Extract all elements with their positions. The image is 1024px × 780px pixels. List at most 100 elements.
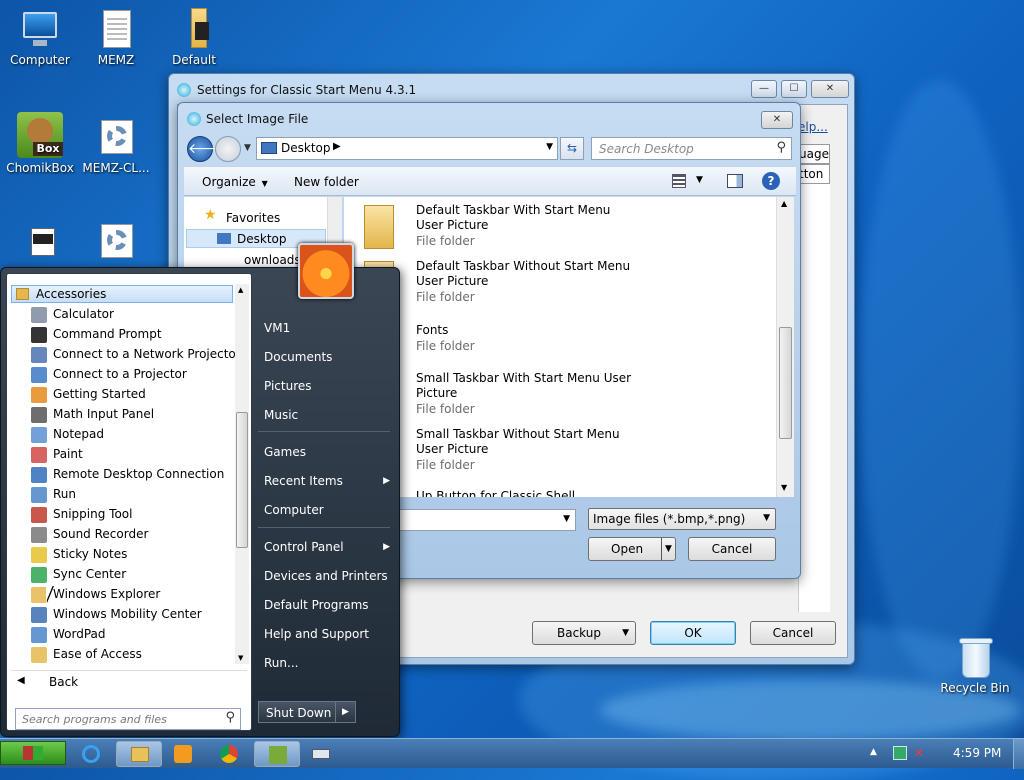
start-right-item[interactable]: Pictures bbox=[264, 379, 390, 393]
address-bar[interactable]: Desktop ▶ ▼ bbox=[256, 137, 558, 160]
scroll-thumb[interactable] bbox=[236, 412, 248, 548]
view-options-icon[interactable] bbox=[672, 174, 686, 188]
refresh-button[interactable]: ⇆ bbox=[560, 137, 584, 160]
nav-scrollbar[interactable] bbox=[327, 197, 342, 247]
scroll-down-icon[interactable]: ▼ bbox=[781, 483, 787, 492]
taskbar-media-player-icon[interactable] bbox=[162, 741, 204, 767]
start-search-box[interactable]: Search programs and files ⚲ bbox=[15, 708, 241, 730]
recent-pages-chevron-icon[interactable]: ▼ bbox=[244, 143, 251, 153]
accessories-header[interactable]: Accessories bbox=[11, 285, 233, 303]
dialog-cancel-button[interactable]: Cancel bbox=[688, 537, 776, 561]
desktop-icon-memz[interactable]: MEMZ bbox=[78, 8, 154, 67]
file-row[interactable]: Fonts File folder bbox=[344, 323, 774, 363]
program-item[interactable]: Sound Recorder bbox=[31, 524, 148, 544]
settings-tab-partial[interactable]: uage bbox=[798, 144, 830, 164]
program-item[interactable]: Run bbox=[31, 484, 76, 504]
back-button-row[interactable]: ◀ Back bbox=[11, 670, 247, 692]
start-right-item[interactable]: Devices and Printers bbox=[264, 569, 390, 583]
settings-tab-partial[interactable]: tton bbox=[798, 164, 830, 184]
start-right-item[interactable]: Music bbox=[264, 408, 390, 422]
new-folder-button[interactable]: New folder bbox=[294, 175, 359, 189]
start-right-item[interactable]: Run... bbox=[264, 656, 390, 670]
open-split-chevron-icon[interactable]: ▼ bbox=[661, 538, 675, 560]
desktop-icon-recycle-bin[interactable]: Recycle Bin bbox=[937, 636, 1013, 695]
search-box[interactable]: Search Desktop ⚲ bbox=[591, 137, 792, 160]
help-link[interactable]: elp... bbox=[798, 120, 828, 134]
program-item[interactable]: Getting Started bbox=[31, 384, 146, 404]
taskbar-explorer-icon[interactable] bbox=[116, 741, 162, 767]
desktop-icon-gear2[interactable] bbox=[78, 222, 154, 267]
start-right-item[interactable]: Games bbox=[264, 445, 390, 459]
start-right-item[interactable]: Computer bbox=[264, 503, 390, 517]
file-row[interactable]: Default Taskbar With Start Menu User Pic… bbox=[344, 203, 774, 253]
scroll-down-icon[interactable]: ▼ bbox=[238, 654, 243, 662]
help-icon[interactable]: ? bbox=[762, 172, 780, 190]
dialog-close-button[interactable]: ✕ bbox=[761, 111, 793, 129]
minimize-button[interactable]: — bbox=[751, 80, 777, 98]
desktop-icon-shortcut[interactable] bbox=[2, 222, 78, 267]
program-item[interactable]: Remote Desktop Connection bbox=[31, 464, 224, 484]
program-item[interactable]: Snipping Tool bbox=[31, 504, 132, 524]
back-button[interactable]: 🡐 bbox=[187, 136, 226, 162]
start-right-item[interactable]: Documents bbox=[264, 350, 390, 364]
chevron-down-icon[interactable]: ▼ bbox=[563, 514, 570, 524]
file-row[interactable]: Default Taskbar Without Start Menu User … bbox=[344, 259, 774, 309]
forward-button[interactable] bbox=[215, 136, 241, 162]
start-right-item[interactable]: Default Programs bbox=[264, 598, 390, 612]
shutdown-button[interactable]: Shut Down ▶ bbox=[258, 701, 356, 723]
program-item[interactable]: Sync Center bbox=[31, 564, 126, 584]
scroll-up-icon[interactable]: ▲ bbox=[238, 286, 243, 294]
settings-cancel-button[interactable]: Cancel bbox=[750, 621, 836, 645]
file-row[interactable]: Small Taskbar With Start Menu User Pictu… bbox=[344, 371, 774, 421]
show-hidden-icons-icon[interactable]: ▲ bbox=[870, 747, 877, 757]
desktop-icon-computer[interactable]: Computer bbox=[2, 8, 78, 67]
clock[interactable]: 4:59 PM bbox=[953, 746, 1001, 760]
scroll-thumb[interactable] bbox=[779, 327, 792, 439]
taskbar-chomikbox-icon[interactable] bbox=[254, 741, 300, 767]
file-list-scrollbar[interactable]: ▲ ▼ bbox=[776, 197, 794, 497]
address-dropdown-icon[interactable]: ▼ bbox=[546, 142, 553, 152]
program-item[interactable]: Math Input Panel bbox=[31, 404, 154, 424]
show-desktop-button[interactable] bbox=[1013, 739, 1024, 769]
program-item[interactable]: Connect to a Network Projector bbox=[31, 344, 241, 364]
start-right-item[interactable]: Help and Support bbox=[264, 627, 390, 641]
desktop-icon-memz-cl[interactable]: MEMZ-CL... bbox=[78, 116, 154, 175]
file-row[interactable]: Small Taskbar Without Start Menu User Pi… bbox=[344, 427, 774, 477]
organize-menu[interactable]: Organize ▼ bbox=[202, 175, 268, 189]
program-item[interactable]: Calculator bbox=[31, 304, 114, 324]
desktop-icon-default[interactable]: Default bbox=[156, 8, 232, 67]
taskbar-ie-icon[interactable] bbox=[70, 741, 112, 767]
program-item[interactable]: Ease of Access bbox=[31, 644, 142, 664]
program-item[interactable]: Sticky Notes bbox=[31, 544, 127, 564]
close-button[interactable]: ✕ bbox=[811, 80, 849, 98]
program-item[interactable]: Notepad bbox=[31, 424, 104, 444]
nav-favorites[interactable]: Favorites bbox=[226, 211, 280, 225]
scroll-up-icon[interactable]: ▲ bbox=[781, 199, 787, 208]
program-item[interactable]: Windows Mobility Center bbox=[31, 604, 202, 624]
program-item[interactable]: Paint bbox=[31, 444, 83, 464]
start-right-item[interactable]: Control Panel ▶ bbox=[264, 540, 390, 554]
start-button[interactable] bbox=[0, 741, 66, 765]
start-right-item[interactable]: VM1 bbox=[264, 321, 390, 335]
backup-button[interactable]: Backup ▼ bbox=[532, 621, 636, 645]
file-row[interactable]: Up Button for Classic Shell bbox=[344, 489, 774, 497]
user-picture[interactable] bbox=[298, 243, 354, 299]
program-item[interactable]: WordPad bbox=[31, 624, 106, 644]
nav-downloads[interactable]: ownloads bbox=[244, 253, 301, 267]
programs-scrollbar[interactable]: ▲ ▼ bbox=[235, 284, 249, 664]
file-type-select[interactable]: Image files (*.bmp,*.png) ▼ bbox=[588, 508, 776, 530]
start-right-item[interactable]: Recent Items ▶ bbox=[264, 474, 390, 488]
preview-pane-icon[interactable] bbox=[727, 174, 743, 188]
desktop-icon-chomikbox[interactable]: Box ChomikBox bbox=[2, 112, 78, 175]
volume-muted-icon[interactable]: ✕ bbox=[914, 746, 924, 760]
taskbar-chrome-icon[interactable] bbox=[208, 741, 250, 767]
shutdown-options-chevron-icon[interactable]: ▶ bbox=[335, 702, 355, 722]
network-icon[interactable] bbox=[893, 746, 907, 760]
taskbar-keyboard-icon[interactable] bbox=[300, 741, 342, 767]
open-button[interactable]: Open ▼ bbox=[588, 537, 676, 561]
view-chevron-icon[interactable]: ▼ bbox=[696, 175, 703, 185]
file-name-combo[interactable]: ▼ bbox=[398, 509, 576, 531]
maximize-button[interactable]: ☐ bbox=[781, 80, 807, 98]
program-item[interactable]: Command Prompt bbox=[31, 324, 162, 344]
program-item[interactable]: Connect to a Projector bbox=[31, 364, 187, 384]
